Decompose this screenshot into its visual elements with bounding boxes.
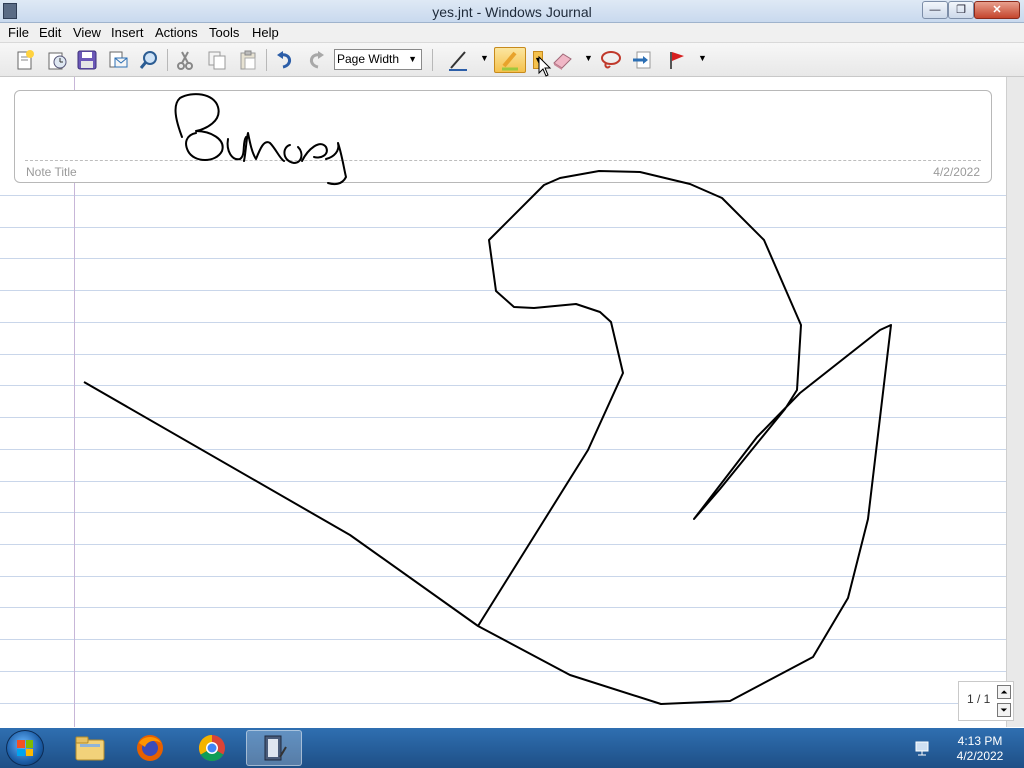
menu-tools[interactable]: Tools xyxy=(209,25,239,40)
folder-icon xyxy=(75,736,105,761)
firefox-icon xyxy=(137,735,163,761)
zoom-select[interactable]: Page Width ▼ xyxy=(334,49,422,70)
next-page-button[interactable]: ⏷ xyxy=(997,703,1011,717)
menu-view[interactable]: View xyxy=(73,25,101,40)
window-title-bar: yes.jnt - Windows Journal — ❐ ✕ xyxy=(0,0,1024,23)
find-icon[interactable] xyxy=(136,47,162,73)
pen-icon[interactable] xyxy=(445,47,471,73)
highlighter-icon[interactable] xyxy=(494,47,526,73)
chrome-icon xyxy=(198,734,225,762)
zoom-select-value: Page Width xyxy=(337,52,400,66)
toolbar-separator xyxy=(167,49,168,71)
taskbar: 4:13 PM 4/2/2022 xyxy=(0,728,1024,768)
undo-icon[interactable] xyxy=(272,47,298,73)
cut-icon[interactable] xyxy=(172,47,198,73)
insert-space-icon[interactable] xyxy=(629,47,655,73)
open-icon[interactable] xyxy=(44,47,70,73)
title-handwriting-ink xyxy=(174,93,347,186)
save-icon[interactable] xyxy=(74,47,100,73)
network-icon[interactable] xyxy=(914,740,932,756)
flag-icon[interactable] xyxy=(664,47,690,73)
redo-icon[interactable] xyxy=(303,47,329,73)
page-indicator: 1 / 1 xyxy=(967,692,991,706)
journal-icon xyxy=(264,735,287,761)
clock-time: 4:13 PM xyxy=(957,734,1003,748)
system-tray: 4:13 PM 4/2/2022 xyxy=(912,732,1020,764)
page-navigator: 1 / 1 ⏶ ⏷ xyxy=(958,681,1014,721)
taskbar-firefox[interactable] xyxy=(122,730,178,766)
minimize-button[interactable]: — xyxy=(922,1,948,19)
menu-edit[interactable]: Edit xyxy=(39,25,61,40)
previous-page-button[interactable]: ⏶ xyxy=(997,685,1011,699)
menu-help[interactable]: Help xyxy=(252,25,279,40)
journal-page[interactable]: Note Title 4/2/2022 xyxy=(0,77,1006,727)
copy-icon[interactable] xyxy=(204,47,230,73)
ink-canvas[interactable] xyxy=(0,77,1006,727)
maximize-button[interactable]: ❐ xyxy=(948,1,974,19)
mouse-cursor-icon xyxy=(538,56,552,77)
toolbar: Page Width ▼ ▼ ▼ ▼ ▼ xyxy=(0,43,1024,77)
toolbar-separator xyxy=(266,49,267,71)
taskbar-chrome[interactable] xyxy=(184,730,240,766)
email-icon[interactable] xyxy=(105,47,131,73)
lasso-select-icon[interactable] xyxy=(598,47,624,73)
main-drawing-ink xyxy=(83,170,892,705)
eraser-dropdown-chevron-icon[interactable]: ▼ xyxy=(584,53,593,63)
pen-dropdown-chevron-icon[interactable]: ▼ xyxy=(480,53,489,63)
flag-dropdown-chevron-icon[interactable]: ▼ xyxy=(698,53,707,63)
start-button[interactable] xyxy=(6,730,44,766)
new-note-icon[interactable] xyxy=(12,47,38,73)
paste-icon[interactable] xyxy=(235,47,261,73)
taskbar-explorer[interactable] xyxy=(62,730,118,766)
menu-file[interactable]: File xyxy=(8,25,29,40)
taskbar-clock[interactable]: 4:13 PM 4/2/2022 xyxy=(940,734,1020,764)
menu-bar: File Edit View Insert Actions Tools Help xyxy=(0,23,1024,43)
windows-logo-icon xyxy=(17,740,33,756)
close-button[interactable]: ✕ xyxy=(974,1,1020,19)
window-title: yes.jnt - Windows Journal xyxy=(432,4,592,20)
vertical-scrollbar[interactable] xyxy=(1006,77,1024,727)
taskbar-windows-journal[interactable] xyxy=(246,730,302,766)
clock-date: 4/2/2022 xyxy=(956,749,1004,763)
toolbar-separator xyxy=(432,49,433,71)
chevron-down-icon: ▼ xyxy=(408,54,417,64)
eraser-icon[interactable] xyxy=(549,47,575,73)
menu-actions[interactable]: Actions xyxy=(155,25,198,40)
menu-insert[interactable]: Insert xyxy=(111,25,144,40)
